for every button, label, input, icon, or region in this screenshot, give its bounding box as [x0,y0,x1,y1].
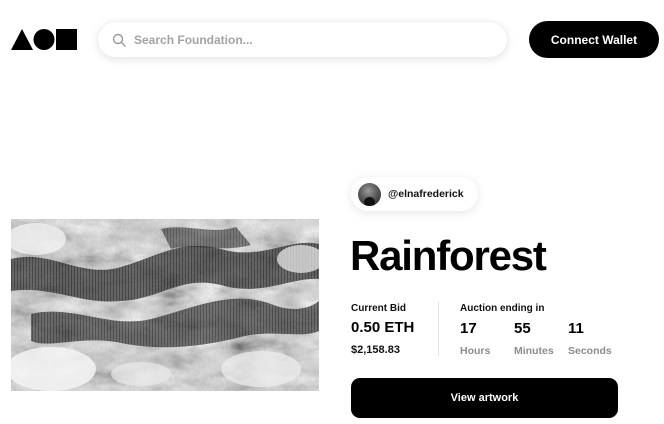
countdown-minutes-value: 55 [514,320,531,337]
page: Connect Wallet [0,0,664,424]
countdown-seconds-value: 11 [568,320,584,337]
foundation-logo-icon[interactable] [11,29,77,50]
countdown-seconds-label: Seconds [568,345,612,357]
rainforest-artwork-image[interactable] [11,219,319,391]
view-artwork-button[interactable]: View artwork [351,378,618,418]
search-bar[interactable] [97,21,508,58]
auction-ending-label: Auction ending in [460,303,545,314]
avatar [358,182,381,206]
current-bid-eth: 0.50 ETH [351,319,415,336]
connect-wallet-button[interactable]: Connect Wallet [529,21,659,58]
creator-username: @elnafrederick [388,188,464,200]
creator-chip[interactable]: @elnafrederick [351,177,478,211]
countdown-hours-label: Hours [460,345,491,357]
search-icon [112,33,126,47]
divider [438,302,439,356]
current-bid-label: Current Bid [351,303,406,314]
countdown-minutes-label: Minutes [514,345,554,357]
current-bid-usd: $2,158.83 [351,344,400,356]
countdown-hours-value: 17 [460,320,477,337]
artwork-title: Rainforest [350,232,547,279]
search-input[interactable] [134,32,474,47]
